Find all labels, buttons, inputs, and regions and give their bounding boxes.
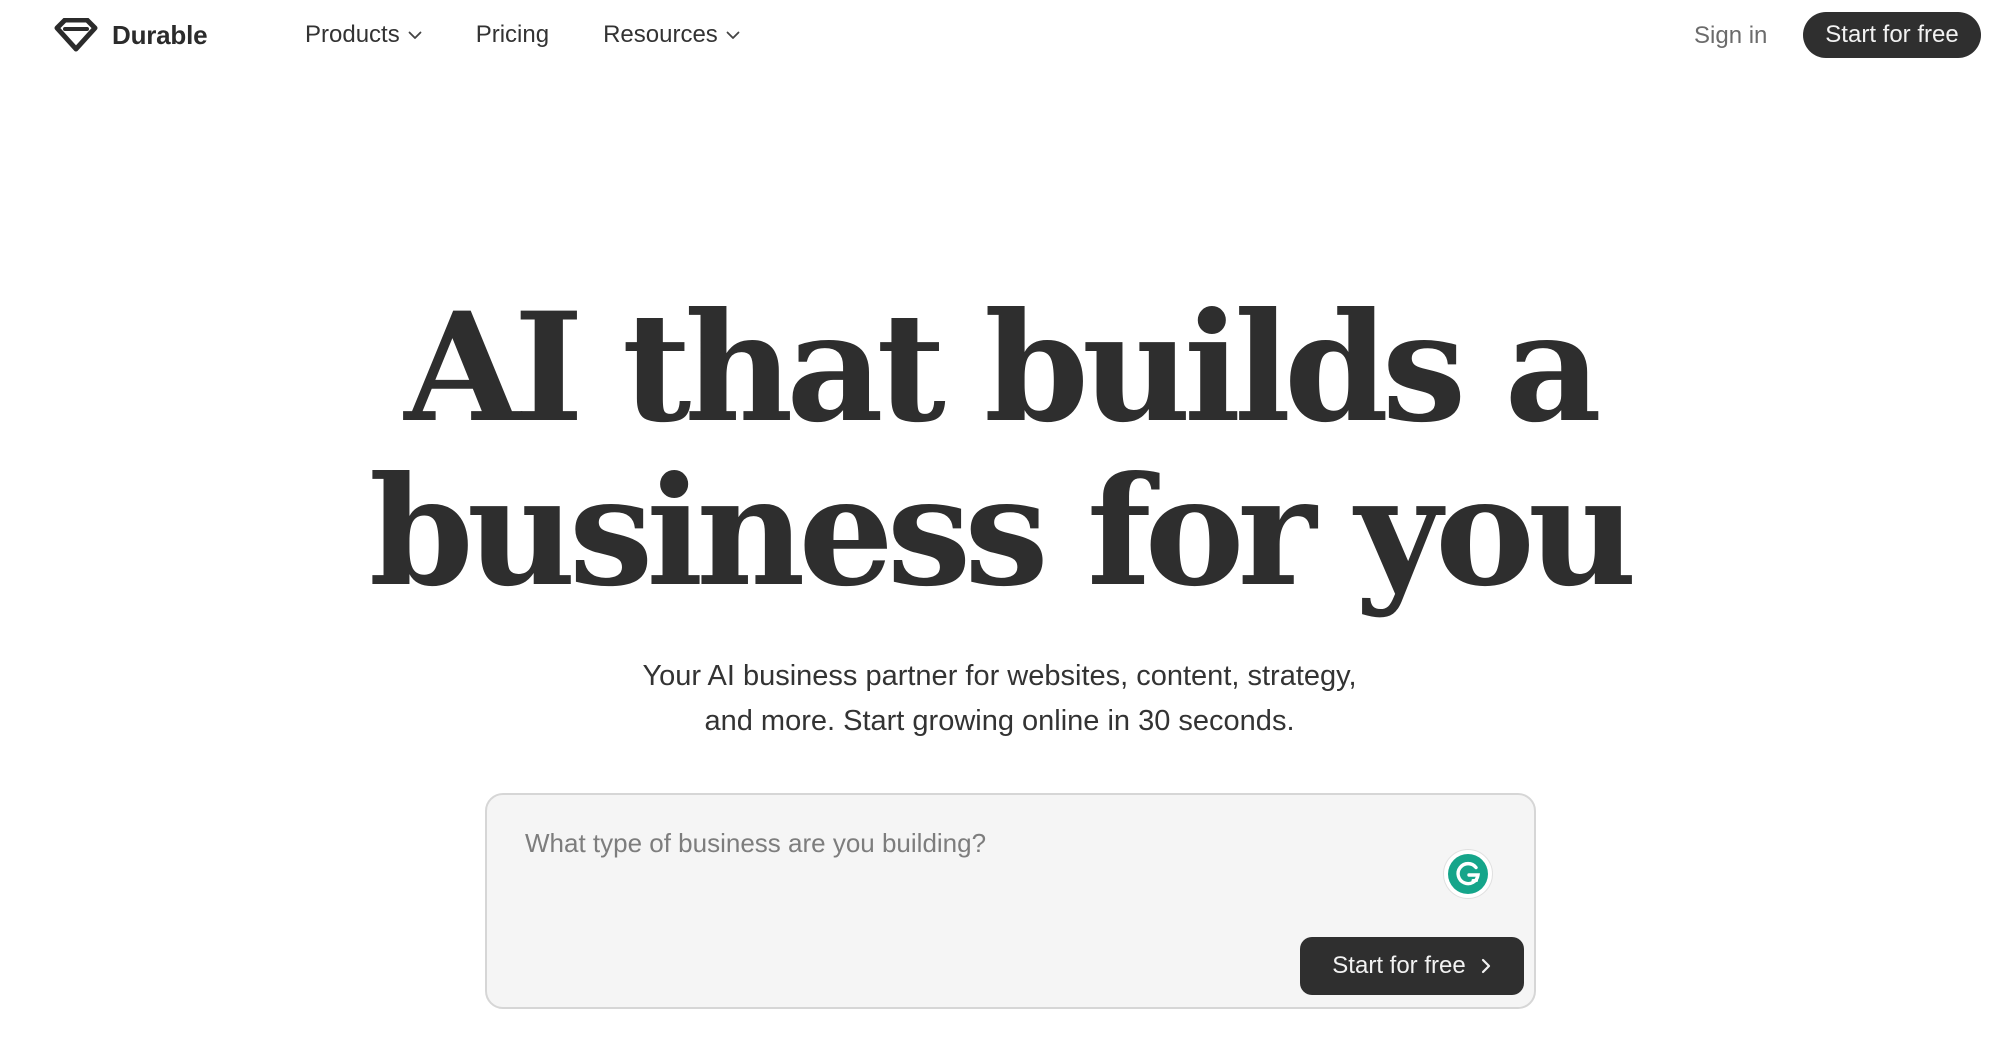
main-nav: Products Pricing Resources <box>305 16 794 54</box>
chevron-right-icon <box>1481 958 1490 974</box>
nav-item-label: Pricing <box>475 21 550 48</box>
start-for-free-submit-button[interactable]: Start for free <box>1300 937 1524 995</box>
hero-title: AI that builds a business for you <box>0 286 1999 614</box>
brand-logo-link[interactable]: Durable <box>54 16 208 54</box>
chevron-down-icon <box>408 31 422 39</box>
submit-label: Start for free <box>1332 952 1466 979</box>
business-type-input[interactable] <box>525 821 1425 865</box>
nav-item-pricing[interactable]: Pricing <box>476 21 549 49</box>
hero-subtitle-line-2: and more. Start growing online in 30 sec… <box>704 705 1295 737</box>
grammarly-button[interactable] <box>1443 849 1493 899</box>
durable-diamond-icon <box>54 18 98 52</box>
nav-item-resources[interactable]: Resources <box>603 21 740 49</box>
top-navbar: Durable Products Pricing Resources Sign … <box>0 0 1999 72</box>
chevron-down-icon <box>726 31 740 39</box>
landing-page: Durable Products Pricing Resources Sign … <box>0 0 1999 1038</box>
nav-item-products[interactable]: Products <box>305 21 422 49</box>
brand-name: Durable <box>112 19 208 50</box>
sign-in-link[interactable]: Sign in <box>1694 20 1767 52</box>
grammarly-icon <box>1448 854 1488 894</box>
hero-title-line-1: AI that builds a <box>404 280 1601 456</box>
nav-item-label: Products <box>305 21 400 48</box>
nav-item-label: Resources <box>603 21 718 48</box>
hero-subtitle: Your AI business partner for websites, c… <box>0 654 1999 744</box>
hero-subtitle-line-1: Your AI business partner for websites, c… <box>642 660 1357 692</box>
start-for-free-header-button[interactable]: Start for free <box>1803 12 1981 58</box>
business-prompt-box: Start for free <box>485 793 1536 1009</box>
hero-title-line-2: business for you <box>368 444 1637 620</box>
